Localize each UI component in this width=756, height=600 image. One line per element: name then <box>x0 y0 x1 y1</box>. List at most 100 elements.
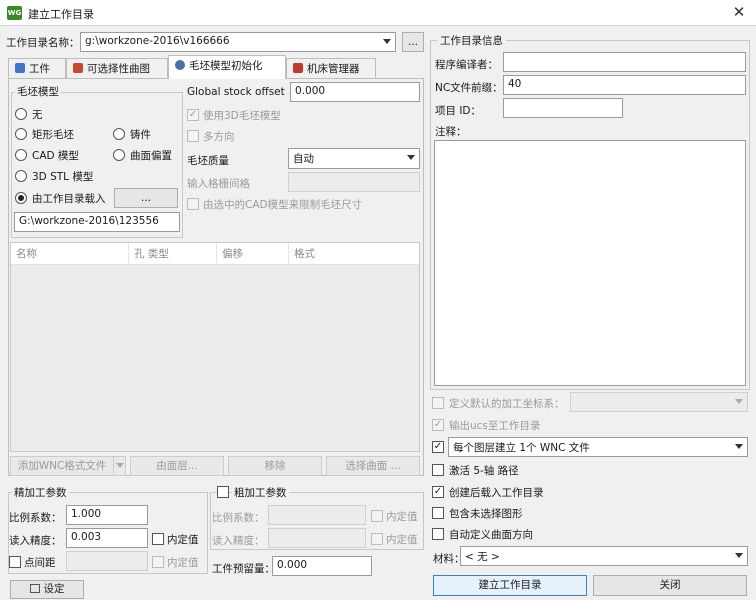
stock-cad-label: CAD 模型 <box>32 150 79 162</box>
stock-none-label: 无 <box>32 109 43 121</box>
finish-scale-input[interactable]: 1.000 <box>66 505 148 525</box>
machine-icon <box>293 63 303 73</box>
title-bar: WG 建立工作目录 ✕ <box>0 0 756 26</box>
stock-casting-radio[interactable] <box>113 128 125 140</box>
material-select[interactable]: < 无 > <box>460 546 748 566</box>
select-surface-button[interactable]: 选择曲面 ... <box>326 456 420 476</box>
finish-params-title: 精加工参数 <box>12 485 69 500</box>
col-header-format[interactable]: 格式 <box>289 243 419 265</box>
per-layer-checkbox[interactable]: ✓ <box>432 441 444 453</box>
material-value: < 无 > <box>465 551 500 563</box>
col-header-hole-type[interactable]: 孔 类型 <box>129 243 217 265</box>
settings-icon <box>29 584 40 593</box>
stock-from-dir-browse-button[interactable]: ... <box>114 188 178 208</box>
output-ucs-checkbox[interactable]: ✓ <box>432 419 444 431</box>
stock-model-group-title: 毛坯模型 <box>15 84 61 99</box>
programmer-input[interactable] <box>503 52 746 72</box>
dir-info-title: 工作目录信息 <box>437 33 506 48</box>
point-distance-checkbox[interactable] <box>9 556 21 568</box>
stock-from-dir-radio[interactable] <box>15 192 27 204</box>
finish-inner-value2-checkbox[interactable] <box>152 556 164 568</box>
define-coord-label: 定义默认的加工坐标系： <box>449 398 565 410</box>
rough-inner-value2-checkbox[interactable] <box>371 533 383 545</box>
tab-workpiece[interactable]: 工件 <box>8 58 66 78</box>
close-window-icon[interactable]: ✕ <box>730 3 748 21</box>
output-ucs-label: 输出ucs至工作目录 <box>449 420 541 432</box>
input-grid-label: 输入格栅间格 <box>187 178 250 190</box>
input-grid-input[interactable] <box>288 172 420 192</box>
allowance-input[interactable]: 0.000 <box>272 556 372 576</box>
rough-params-title: 粗加工参数 <box>232 485 289 500</box>
define-coord-dropdown-icon <box>735 399 743 404</box>
close-button[interactable]: 关闭 <box>593 575 747 596</box>
tab-stock-init[interactable]: 毛坯模型初始化 <box>168 55 286 79</box>
per-layer-select[interactable]: 每个图层建立 1个 WNC 文件 <box>448 437 748 457</box>
global-offset-value: 0.000 <box>295 85 326 97</box>
limit-by-cad-label: 由选中的CAD模型来限制毛坯尺寸 <box>203 199 363 211</box>
settings-button[interactable]: 设定 <box>10 580 84 599</box>
multi-dir-label: 多方向 <box>203 131 235 143</box>
load-after-create-checkbox[interactable]: ✓ <box>432 486 444 498</box>
rough-inner-value2-label: 内定值 <box>386 534 418 546</box>
stock-quality-label: 毛坯质量 <box>187 155 229 167</box>
remove-button[interactable]: 移除 <box>228 456 322 476</box>
auto-surface-dir-checkbox[interactable] <box>432 528 444 540</box>
table-header-row: 名称 孔 类型 偏移 格式 <box>11 243 419 265</box>
finish-tolerance-input[interactable]: 0.003 <box>66 528 148 548</box>
use-3d-stock-label: 使用3D毛坯模型 <box>203 110 281 122</box>
multi-dir-checkbox[interactable] <box>187 130 199 142</box>
rough-tolerance-input[interactable] <box>268 528 366 548</box>
finish-scale-value: 1.000 <box>71 508 102 520</box>
stock-stl-radio[interactable] <box>15 170 27 182</box>
stock-icon <box>175 60 185 70</box>
finish-tolerance-label: 读入精度： <box>9 535 62 547</box>
include-unselected-checkbox[interactable] <box>432 507 444 519</box>
stock-none-radio[interactable] <box>15 108 27 120</box>
allowance-value: 0.000 <box>277 559 308 571</box>
include-unselected-label: 包含未选择图形 <box>449 508 523 520</box>
finish-inner-value2-label: 内定值 <box>167 557 199 569</box>
rough-params-checkbox[interactable] <box>217 486 229 498</box>
limit-by-cad-checkbox[interactable] <box>187 198 199 210</box>
tab-machine-manager[interactable]: 机床管理器 <box>286 58 376 78</box>
stock-list-table[interactable]: 名称 孔 类型 偏移 格式 <box>10 242 420 452</box>
load-after-create-label: 创建后载入工作目录 <box>449 487 544 499</box>
tab-optional-surfaces[interactable]: 可选择性曲图 <box>66 58 168 78</box>
define-coord-select[interactable] <box>570 392 748 412</box>
dir-name-input[interactable]: g:\workzone-2016\v166666 <box>80 32 396 52</box>
use-3d-stock-checkbox[interactable]: ✓ <box>187 109 199 121</box>
material-dropdown-icon <box>735 553 743 558</box>
add-wnc-dropdown-button[interactable] <box>113 456 126 476</box>
stock-rect-radio[interactable] <box>15 128 27 140</box>
stock-surface-offset-radio[interactable] <box>113 149 125 161</box>
add-wnc-button[interactable]: 添加WNC格式文件 <box>10 456 114 476</box>
dir-name-dropdown-icon[interactable] <box>379 33 395 51</box>
project-id-input[interactable] <box>503 98 623 118</box>
window-title: 建立工作目录 <box>28 8 94 21</box>
stock-cad-radio[interactable] <box>15 149 27 161</box>
global-offset-input[interactable]: 0.000 <box>290 82 420 102</box>
rough-scale-input[interactable] <box>268 505 366 525</box>
finish-scale-label: 比例系数： <box>9 512 62 524</box>
stock-quality-dropdown-icon <box>407 155 415 160</box>
col-header-name[interactable]: 名称 <box>11 243 129 265</box>
define-coord-checkbox[interactable] <box>432 397 444 409</box>
stock-path-input[interactable]: G:\workzone-2016\123556 <box>14 212 180 232</box>
dir-browse-button[interactable]: ... <box>402 32 424 52</box>
finish-inner-value-checkbox[interactable] <box>152 533 164 545</box>
notes-textarea[interactable] <box>434 140 746 386</box>
col-header-offset[interactable]: 偏移 <box>217 243 289 265</box>
rough-inner-value-label: 内定值 <box>386 511 418 523</box>
nc-prefix-input[interactable]: 40 <box>503 75 746 95</box>
stock-quality-select[interactable]: 自动 <box>288 148 420 169</box>
create-dir-button[interactable]: 建立工作目录 <box>433 575 587 596</box>
activate-5axis-checkbox[interactable] <box>432 464 444 476</box>
stock-casting-label: 铸件 <box>130 129 151 141</box>
workpiece-icon <box>15 63 25 73</box>
project-id-label: 项目 ID： <box>435 105 482 117</box>
stock-stl-label: 3D STL 模型 <box>32 171 94 183</box>
rough-inner-value-checkbox[interactable] <box>371 510 383 522</box>
from-surface-button[interactable]: 由面层... <box>130 456 224 476</box>
point-distance-input[interactable] <box>66 551 148 571</box>
stock-path-value: G:\workzone-2016\123556 <box>19 215 159 227</box>
